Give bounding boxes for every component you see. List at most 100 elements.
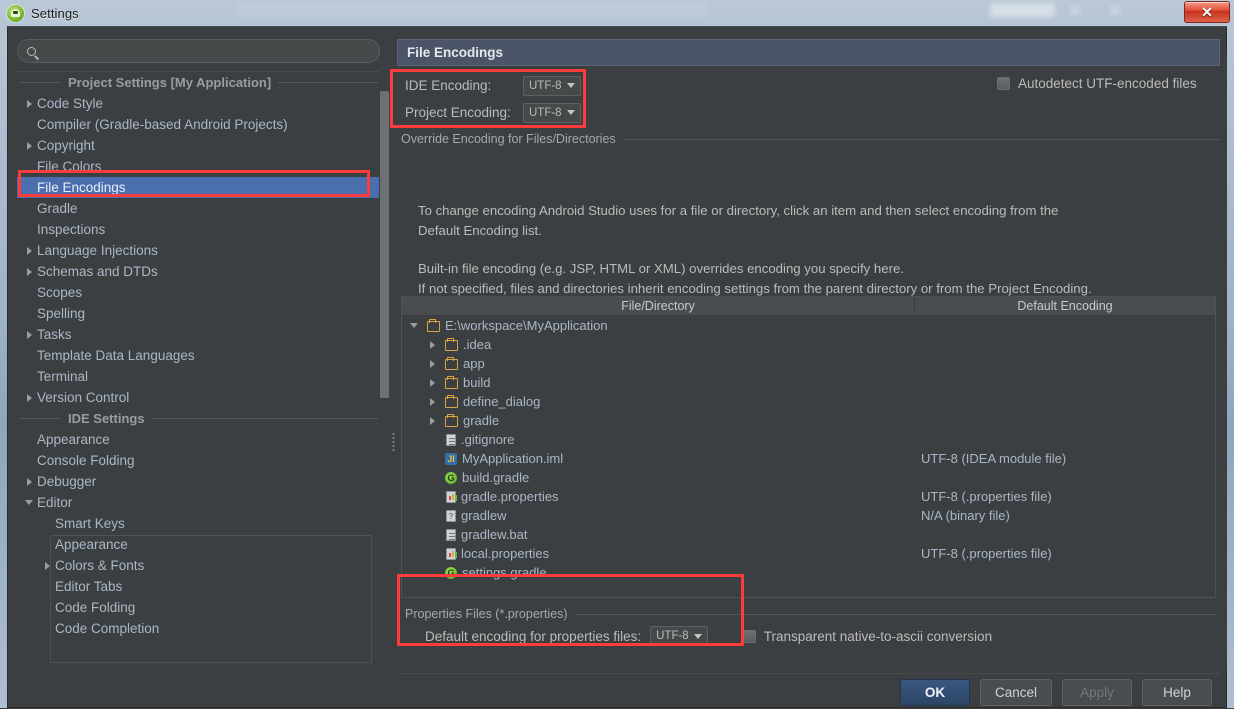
table-row[interactable]: local.propertiesUTF-8 (.properties file) (402, 544, 1215, 563)
file-name-cell[interactable]: build (402, 375, 915, 390)
properties-encoding-combo[interactable]: UTF-8 (650, 626, 708, 646)
project-encoding-combo[interactable]: UTF-8 (523, 103, 581, 123)
sidebar-item-console-folding[interactable]: Console Folding (17, 450, 380, 471)
file-encoding-table[interactable]: File/Directory Default Encoding E:\works… (401, 296, 1216, 598)
sidebar-item-language-injections[interactable]: Language Injections (17, 240, 380, 261)
file-name-cell[interactable]: gradle.properties (402, 489, 915, 504)
transparent-conversion-checkbox[interactable] (743, 630, 756, 643)
sidebar-item-terminal[interactable]: Terminal (17, 366, 380, 387)
chevron-right-icon[interactable] (21, 394, 37, 402)
chevron-right-icon[interactable] (21, 247, 37, 255)
table-row[interactable]: JIMyApplication.imlUTF-8 (IDEA module fi… (402, 449, 1215, 468)
table-row[interactable]: .gitignore (402, 430, 1215, 449)
sidebar-item-label: Tasks (37, 327, 72, 342)
chevron-right-icon[interactable] (424, 417, 440, 425)
column-header-default-encoding[interactable]: Default Encoding (915, 297, 1215, 316)
table-row[interactable]: gradle.propertiesUTF-8 (.properties file… (402, 487, 1215, 506)
cancel-button[interactable]: Cancel (980, 679, 1052, 706)
default-encoding-cell[interactable]: UTF-8 (.properties file) (915, 489, 1215, 504)
file-name-cell[interactable]: .gitignore (402, 432, 915, 447)
sidebar-item-compiler-gradle-based-android-projects[interactable]: Compiler (Gradle-based Android Projects) (17, 114, 380, 135)
chevron-right-icon[interactable] (39, 562, 55, 570)
sidebar-item-copyright[interactable]: Copyright (17, 135, 380, 156)
chevron-right-icon[interactable] (21, 331, 37, 339)
file-name-cell[interactable]: local.properties (402, 546, 915, 561)
file-name-cell[interactable]: ?gradlew (402, 508, 915, 523)
file-name-cell[interactable]: Gsettings.gradle (402, 565, 915, 580)
transparent-checkbox-row[interactable]: Transparent native-to-ascii conversion (743, 629, 992, 644)
file-name-cell[interactable]: E:\workspace\MyApplication (402, 318, 915, 333)
file-name-cell[interactable]: .idea (402, 337, 915, 352)
default-encoding-cell[interactable]: N/A (binary file) (915, 508, 1215, 523)
table-row[interactable]: app (402, 354, 1215, 373)
autodetect-checkbox-row[interactable]: Autodetect UTF-encoded files (997, 76, 1197, 91)
close-window-button[interactable]: ✕ (1184, 1, 1230, 23)
table-row[interactable]: gradlew.bat (402, 525, 1215, 544)
file-name-cell[interactable]: define_dialog (402, 394, 915, 409)
chevron-right-icon[interactable] (21, 100, 37, 108)
ok-button[interactable]: OK (900, 679, 970, 706)
table-row[interactable]: Gbuild.gradle (402, 468, 1215, 487)
chevron-right-icon[interactable] (21, 142, 37, 150)
sidebar-item-template-data-languages[interactable]: Template Data Languages (17, 345, 380, 366)
chevron-right-icon[interactable] (424, 398, 440, 406)
sidebar-item-spelling[interactable]: Spelling (17, 303, 380, 324)
sidebar-item-schemas-and-dtds[interactable]: Schemas and DTDs (17, 261, 380, 282)
table-row[interactable]: define_dialog (402, 392, 1215, 411)
chevron-down-icon[interactable] (21, 500, 37, 505)
table-row[interactable]: build (402, 373, 1215, 392)
default-encoding-cell[interactable]: UTF-8 (IDEA module file) (915, 451, 1215, 466)
file-name-cell[interactable]: app (402, 356, 915, 371)
sidebar-item-appearance[interactable]: Appearance (17, 429, 380, 450)
column-header-file-directory[interactable]: File/Directory (402, 297, 915, 316)
sidebar-item-gradle[interactable]: Gradle (17, 198, 380, 219)
table-row[interactable]: .idea (402, 335, 1215, 354)
sidebar-item-code-style[interactable]: Code Style (17, 93, 380, 114)
file-name-cell[interactable]: Gbuild.gradle (402, 470, 915, 485)
sidebar-item-debugger[interactable]: Debugger (17, 471, 380, 492)
file-name-cell[interactable]: gradlew.bat (402, 527, 915, 542)
table-row[interactable]: ?gradlewN/A (binary file) (402, 506, 1215, 525)
autodetect-checkbox[interactable] (997, 77, 1010, 90)
search-box[interactable] (17, 39, 380, 63)
ide-encoding-label: IDE Encoding: (397, 78, 523, 93)
table-row[interactable]: E:\workspace\MyApplication (402, 316, 1215, 335)
close-icon: ✕ (1201, 5, 1213, 19)
chevron-down-icon[interactable] (406, 323, 422, 328)
gradle-file-icon: G (445, 566, 457, 579)
default-encoding-cell[interactable]: UTF-8 (.properties file) (915, 546, 1215, 561)
sidebar-item-code-completion[interactable]: Code Completion (17, 618, 380, 639)
sidebar-item-editor[interactable]: Editor (17, 492, 380, 513)
sidebar-item-version-control[interactable]: Version Control (17, 387, 380, 408)
sidebar-scrollbar-thumb[interactable] (380, 91, 389, 398)
chevron-right-icon[interactable] (424, 379, 440, 387)
file-name-cell[interactable]: gradle (402, 413, 915, 428)
sidebar-item-tasks[interactable]: Tasks (17, 324, 380, 345)
project-encoding-label: Project Encoding: (397, 105, 523, 120)
sidebar-item-inspections[interactable]: Inspections (17, 219, 380, 240)
sidebar-item-scopes[interactable]: Scopes (17, 282, 380, 303)
sidebar-item-smart-keys[interactable]: Smart Keys (17, 513, 380, 534)
ide-encoding-combo[interactable]: UTF-8 (523, 76, 581, 96)
pane-splitter[interactable] (391, 87, 396, 667)
help-button[interactable]: Help (1142, 679, 1212, 706)
sidebar-item-colors-fonts[interactable]: Colors & Fonts (17, 555, 380, 576)
table-row[interactable]: gradle (402, 411, 1215, 430)
settings-tree[interactable]: Project Settings [My Application]Code St… (17, 71, 380, 661)
sidebar-item-appearance[interactable]: Appearance (17, 534, 380, 555)
chevron-right-icon[interactable] (21, 478, 37, 486)
sidebar-item-file-colors[interactable]: File Colors (17, 156, 380, 177)
table-row[interactable]: Gsettings.gradle (402, 563, 1215, 582)
chevron-down-icon (694, 634, 702, 639)
folder-icon (445, 339, 458, 351)
chevron-right-icon[interactable] (424, 360, 440, 368)
chevron-right-icon[interactable] (21, 268, 37, 276)
sidebar-item-code-folding[interactable]: Code Folding (17, 597, 380, 618)
chevron-right-icon[interactable] (424, 341, 440, 349)
file-name-cell[interactable]: JIMyApplication.iml (402, 451, 915, 466)
search-input[interactable] (36, 44, 379, 59)
apply-button[interactable]: Apply (1062, 679, 1132, 706)
sidebar-item-editor-tabs[interactable]: Editor Tabs (17, 576, 380, 597)
sidebar-item-file-encodings[interactable]: File Encodings (17, 177, 380, 198)
file-name-label: app (463, 356, 485, 371)
